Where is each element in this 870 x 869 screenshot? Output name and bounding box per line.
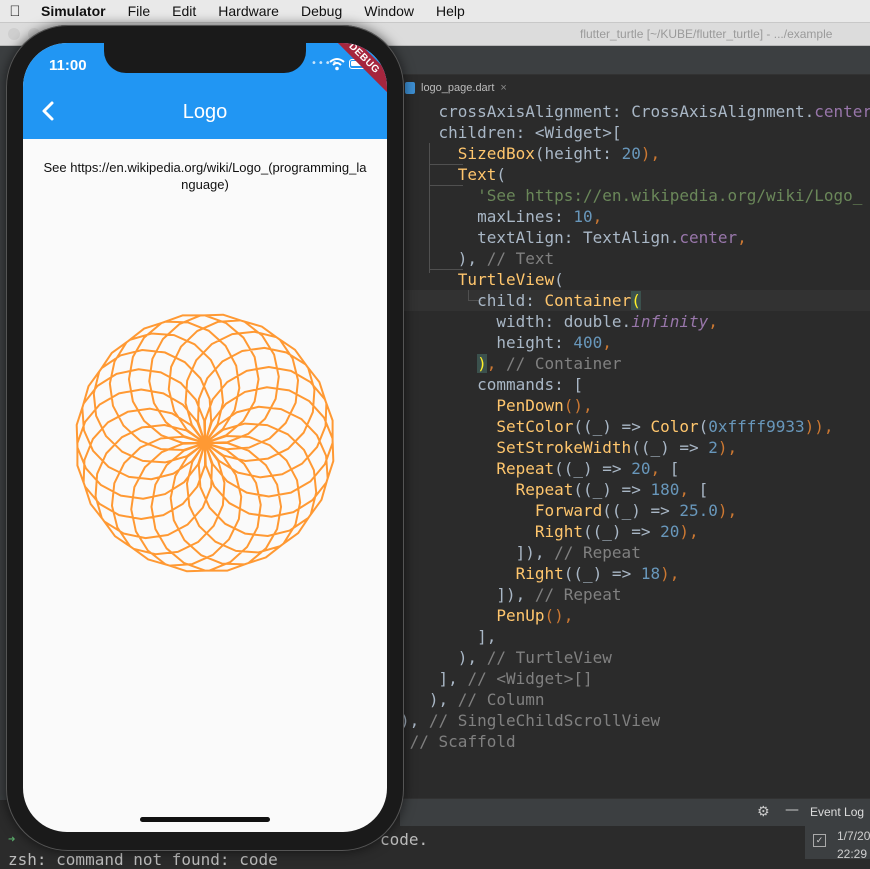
code-line: ), // SingleChildScrollView bbox=[400, 711, 661, 730]
code-line: Text( bbox=[457, 165, 506, 184]
code-line: Right((_) => 20), bbox=[534, 522, 699, 541]
menu-hardware[interactable]: Hardware bbox=[207, 3, 290, 19]
turtle-path bbox=[75, 313, 335, 573]
close-icon[interactable]: × bbox=[500, 82, 506, 94]
code-editor[interactable]: crossAxisAlignment: CrossAxisAlignment.c… bbox=[400, 98, 870, 758]
status-time: 11:00 bbox=[49, 57, 87, 74]
code-line: children: <Widget>[ bbox=[400, 123, 622, 142]
code-line: Right((_) => 18), bbox=[515, 564, 680, 583]
code-line: PenUp(), bbox=[496, 606, 574, 625]
code-line: commands: [ bbox=[400, 375, 584, 394]
menu-edit[interactable]: Edit bbox=[161, 3, 207, 19]
code-line: width: double.infinity, bbox=[400, 312, 718, 331]
code-line: ], // <Widget>[] bbox=[400, 669, 593, 688]
editor-tab-label: logo_page.dart bbox=[421, 82, 495, 94]
code-line: ]), // Repeat bbox=[400, 543, 641, 562]
code-line: Repeat((_) => 20, [ bbox=[496, 459, 680, 478]
terminal-line: zsh: command not found: code bbox=[8, 850, 278, 869]
code-line: TurtleView( bbox=[457, 270, 564, 289]
code-line: 'See https://en.wikipedia.org/wiki/Logo_ bbox=[477, 186, 863, 205]
code-line: ), // Text bbox=[400, 249, 555, 268]
code-line: textAlign: TextAlign.center, bbox=[400, 228, 747, 247]
code-line: height: 400, bbox=[400, 333, 612, 352]
event-log-tab[interactable]: Event Log bbox=[805, 800, 870, 826]
menu-debug[interactable]: Debug bbox=[290, 3, 353, 19]
app-title: Logo bbox=[182, 101, 228, 123]
mac-menubar:  Simulator File Edit Hardware Debug Win… bbox=[0, 0, 870, 23]
menu-simulator[interactable]: Simulator bbox=[30, 3, 117, 19]
event-log-panel: ✓ 1/7/20 22:29 bbox=[805, 826, 870, 861]
code-line: Forward((_) => 25.0), bbox=[534, 501, 738, 520]
code-line: SetStrokeWidth((_) => 2), bbox=[496, 438, 738, 457]
turtle-logo-drawing bbox=[75, 313, 335, 573]
code-line: ), // Column bbox=[400, 690, 545, 709]
window-title: flutter_turtle [~/KUBE/flutter_turtle] -… bbox=[580, 27, 833, 41]
code-line: ), // TurtleView bbox=[400, 648, 612, 667]
apple-icon[interactable]:  bbox=[0, 3, 30, 20]
gear-icon[interactable]: ⚙ bbox=[757, 804, 770, 820]
code-text: crossAxisAlignment: CrossAxisAlignment.c… bbox=[400, 101, 870, 752]
bottom-toolbar: ⚙ — bbox=[400, 798, 870, 827]
code-line: Repeat((_) => 180, [ bbox=[515, 480, 709, 499]
dart-file-icon bbox=[405, 82, 415, 94]
window-close-button[interactable] bbox=[8, 28, 20, 40]
code-line: crossAxisAlignment: CrossAxisAlignment.c… bbox=[400, 102, 870, 121]
code-line: SizedBox(height: 20), bbox=[457, 144, 661, 163]
phone-screen: 11:00 •••• Logo DEBUG See https://en.wik… bbox=[23, 43, 387, 832]
code-line: PenDown(), bbox=[496, 396, 593, 415]
menu-window[interactable]: Window bbox=[353, 3, 425, 19]
minimize-icon[interactable]: — bbox=[785, 802, 799, 818]
code-line: ), // Container bbox=[477, 354, 622, 373]
checkbox-icon[interactable]: ✓ bbox=[813, 834, 826, 847]
code-line: maxLines: 10, bbox=[400, 207, 603, 226]
code-line: ]), // Repeat bbox=[400, 585, 622, 604]
description-text: See https://en.wikipedia.org/wiki/Logo_(… bbox=[43, 160, 367, 192]
code-line: ], bbox=[400, 627, 497, 646]
terminal-line: code. bbox=[380, 830, 429, 849]
code-line: SetColor((_) => Color(0xffff9933)), bbox=[496, 417, 834, 436]
code-line: child: Container( bbox=[400, 291, 641, 310]
event-date: 1/7/20 bbox=[837, 829, 870, 843]
editor-tab[interactable]: logo_page.dart × bbox=[405, 78, 507, 98]
menu-file[interactable]: File bbox=[117, 3, 162, 19]
wifi-icon bbox=[329, 58, 345, 71]
phone-notch bbox=[104, 43, 306, 73]
home-indicator[interactable] bbox=[140, 817, 270, 822]
simulator-phone: 11:00 •••• Logo DEBUG See https://en.wik… bbox=[6, 25, 404, 851]
menu-help[interactable]: Help bbox=[425, 3, 476, 19]
prompt-arrow-icon: ➜ bbox=[8, 832, 16, 846]
code-line: // Scaffold bbox=[409, 732, 516, 751]
